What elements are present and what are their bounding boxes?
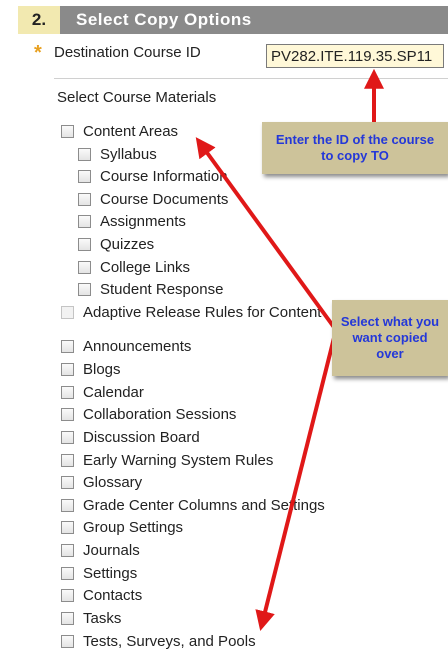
arrow-to-tests-surveys [255, 329, 338, 631]
callout-materials: Select what you want copied over [332, 300, 448, 376]
callout-course-id: Enter the ID of the course to copy TO [262, 122, 448, 174]
